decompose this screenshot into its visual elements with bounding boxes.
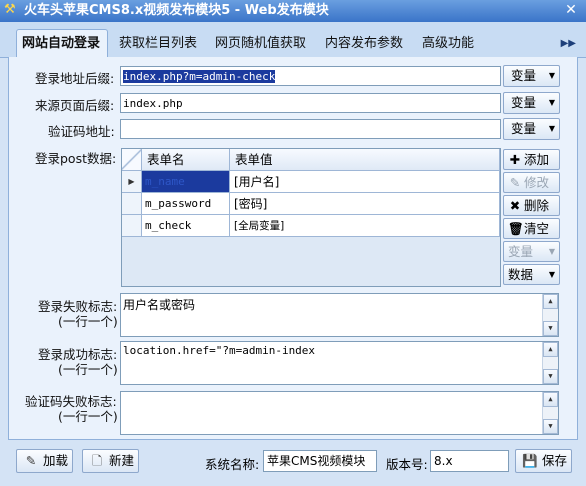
- clear-button[interactable]: 🗑清空: [503, 218, 560, 239]
- tab-strip: 网站自动登录 获取栏目列表 网页随机值获取 内容发布参数 高级功能 ▶▶: [0, 22, 586, 58]
- add-button-label: 添加: [524, 152, 550, 167]
- edit-document-icon: ✎: [25, 453, 37, 468]
- chevron-down-icon: ▼: [548, 124, 555, 133]
- system-name-label: 系统名称:: [205, 457, 260, 472]
- new-button[interactable]: 🗋 新建: [82, 449, 139, 473]
- tab-get-category-list[interactable]: 获取栏目列表: [119, 31, 197, 57]
- system-name-input[interactable]: 苹果CMS视频模块: [263, 450, 377, 472]
- referer-suffix-label: 来源页面后缀:: [35, 98, 115, 113]
- column-header-form-name[interactable]: 表单名: [142, 149, 230, 171]
- load-button-label: 加载: [43, 453, 69, 468]
- table-row-name-cell[interactable]: m_password: [142, 193, 230, 215]
- chevron-down-icon: ▼: [548, 270, 555, 279]
- column-header-form-value[interactable]: 表单值: [230, 149, 500, 171]
- row-header: [122, 215, 142, 237]
- referer-suffix-input[interactable]: index.php: [120, 93, 501, 113]
- title-bar: ⚒ 火车头苹果CMS8.x视频发布模块5 - Web发布模块 ✕: [0, 0, 586, 22]
- edit-button-label: 修改: [524, 175, 550, 190]
- scroll-up-icon[interactable]: ▲: [543, 342, 558, 357]
- scroll-down-icon[interactable]: ▼: [543, 369, 558, 384]
- trash-icon: 🗑: [508, 221, 524, 236]
- login-fail-flag-value: 用户名或密码: [123, 298, 196, 312]
- clear-button-label: 清空: [524, 221, 550, 236]
- delete-button[interactable]: ✖ 删除: [503, 195, 560, 216]
- scroll-up-icon[interactable]: ▲: [543, 392, 558, 407]
- login-url-suffix-value: index.php?m=admin-check: [123, 70, 276, 83]
- hammer-pick-icon: ⚒: [4, 2, 16, 17]
- load-button[interactable]: ✎ 加载: [16, 449, 73, 473]
- variable-button-label: 变量: [511, 95, 537, 110]
- scrollbar[interactable]: ▲ ▼: [542, 392, 558, 434]
- login-fail-flag-hint: (一行一个): [58, 314, 118, 329]
- row-header: [122, 193, 142, 215]
- tab-page-random-value[interactable]: 网页随机值获取: [215, 31, 306, 57]
- tab-site-auto-login[interactable]: 网站自动登录: [16, 29, 108, 58]
- x-mark-icon: ✖: [509, 198, 521, 213]
- edit-button[interactable]: ✎ 修改: [503, 172, 560, 193]
- save-button-label: 保存: [542, 453, 568, 468]
- save-button[interactable]: 💾 保存: [515, 449, 572, 473]
- variable-button-label: 变量: [511, 68, 537, 83]
- row-indicator-icon: ▶: [122, 171, 142, 193]
- scroll-up-icon[interactable]: ▲: [543, 294, 558, 309]
- version-label: 版本号:: [386, 457, 428, 472]
- scrollbar[interactable]: ▲ ▼: [542, 294, 558, 336]
- scroll-down-icon[interactable]: ▼: [543, 419, 558, 434]
- chevron-down-icon: ▼: [548, 98, 555, 107]
- add-button[interactable]: ✚ 添加: [503, 149, 560, 170]
- referer-variable-button[interactable]: 变量 ▼: [503, 92, 560, 114]
- data-button[interactable]: 数据 ▼: [503, 264, 560, 285]
- pencil-icon: ✎: [509, 175, 521, 190]
- tab-content-publish-params[interactable]: 内容发布参数: [325, 31, 403, 57]
- delete-button-label: 删除: [524, 198, 550, 213]
- scroll-down-icon[interactable]: ▼: [543, 321, 558, 336]
- footer-bar: ✎ 加载 🗋 新建 系统名称: 苹果CMS视频模块 版本号: 8.x 💾 保存: [0, 441, 586, 486]
- grid-variable-button[interactable]: 变量 ▼: [503, 241, 560, 262]
- data-button-label: 数据: [508, 267, 534, 282]
- login-url-suffix-input[interactable]: index.php?m=admin-check: [120, 66, 501, 86]
- variable-button-label: 变量: [511, 121, 537, 136]
- captcha-fail-flag-textarea[interactable]: ▲ ▼: [120, 391, 559, 435]
- double-chevron-right-icon[interactable]: ▶▶: [561, 38, 576, 49]
- new-document-icon: 🗋: [91, 453, 103, 468]
- window-title: 火车头苹果CMS8.x视频发布模块5 - Web发布模块: [24, 3, 329, 18]
- tab-advanced[interactable]: 高级功能: [422, 31, 474, 57]
- table-row-name-cell[interactable]: m_check: [142, 215, 230, 237]
- close-icon[interactable]: ✕: [562, 2, 580, 19]
- grid-corner: [122, 149, 142, 171]
- captcha-fail-flag-hint: (一行一个): [58, 409, 118, 424]
- grid-variable-label: 变量: [508, 244, 534, 259]
- scrollbar[interactable]: ▲ ▼: [542, 342, 558, 384]
- table-row-value-cell[interactable]: [用户名]: [230, 171, 500, 193]
- login-success-flag-textarea[interactable]: location.href="?m=admin-index ▲ ▼: [120, 341, 559, 385]
- post-data-grid[interactable]: 表单名 表单值 ▶ m_name [用户名] m_password [密码] m…: [121, 148, 501, 287]
- post-data-label: 登录post数据:: [35, 151, 117, 166]
- chevron-down-icon: ▼: [548, 247, 555, 256]
- plus-icon: ✚: [509, 152, 521, 167]
- table-row-value-cell[interactable]: [密码]: [230, 193, 500, 215]
- table-row-name-cell[interactable]: m_name: [142, 171, 230, 193]
- chevron-down-icon: ▼: [548, 71, 555, 80]
- table-row-value-cell[interactable]: [全局变量]: [230, 215, 500, 237]
- captcha-url-input[interactable]: [120, 119, 501, 139]
- login-url-variable-button[interactable]: 变量 ▼: [503, 65, 560, 87]
- new-button-label: 新建: [109, 453, 135, 468]
- floppy-disk-icon: 💾: [522, 453, 538, 468]
- login-success-flag-hint: (一行一个): [58, 362, 118, 377]
- login-success-flag-value: location.href="?m=admin-index: [123, 344, 316, 357]
- captcha-variable-button[interactable]: 变量 ▼: [503, 118, 560, 140]
- captcha-url-label: 验证码地址:: [48, 124, 115, 139]
- login-fail-flag-textarea[interactable]: 用户名或密码 ▲ ▼: [120, 293, 559, 337]
- login-url-suffix-label: 登录地址后缀:: [35, 71, 115, 86]
- version-input[interactable]: 8.x: [430, 450, 509, 472]
